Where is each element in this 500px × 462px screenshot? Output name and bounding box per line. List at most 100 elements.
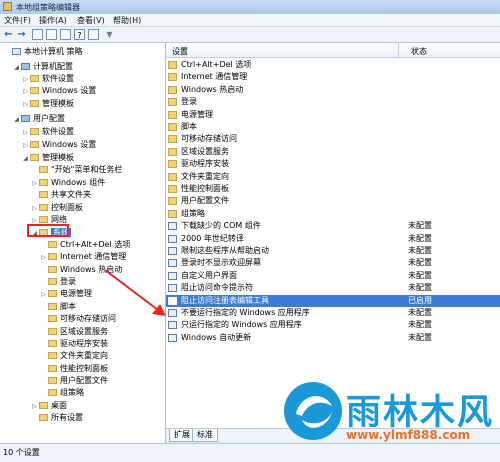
folder-row[interactable]: 文件夹重定向 [166, 171, 500, 183]
expand-toggle-icon[interactable]: ▷ [40, 289, 47, 301]
tree-item[interactable]: ▷ 电源管理 [40, 288, 92, 300]
folder-row[interactable]: Internet 通信管理 [166, 71, 500, 83]
tree-item[interactable]: 驱动程序安装 [40, 338, 108, 350]
folder-icon [39, 204, 48, 211]
folder-row[interactable]: 驱动程序安装 [166, 158, 500, 170]
tree-item[interactable]: 本地计算机 策略 [4, 46, 83, 58]
policy-setting-icon [168, 222, 177, 231]
tree-item[interactable]: 所有设置 [31, 412, 83, 424]
tree-item[interactable]: 共享文件夹 [31, 189, 91, 201]
setting-state: 未配置 [408, 270, 432, 280]
forward-arrow-icon[interactable]: → [16, 29, 27, 40]
expand-toggle-icon[interactable]: ◢ [22, 153, 29, 165]
tree-item-label: "开始"菜单和任务栏 [51, 165, 123, 174]
folder-row[interactable]: Ctrl+Alt+Del 选项 [166, 59, 500, 71]
setting-name: Internet 通信管理 [181, 72, 248, 82]
setting-row[interactable]: Windows 自动更新 未配置 [166, 332, 500, 344]
menu-action[interactable]: 操作(A) [39, 15, 67, 26]
filter-icon[interactable]: ▼ [104, 29, 115, 40]
tree-item[interactable]: 性能控制面板 [40, 363, 108, 375]
menu-view[interactable]: 查看(V) [77, 15, 105, 26]
policy-setting-icon [168, 234, 177, 243]
tree-item[interactable]: 组策略 [40, 387, 84, 399]
column-divider[interactable] [398, 43, 399, 57]
tree-item[interactable]: ▷ Windows 组件 [31, 177, 105, 189]
tree-item[interactable]: 可移动存储访问 [40, 313, 116, 325]
tree-item-label: 驱动程序安装 [60, 339, 108, 348]
tab-standard[interactable]: 标准 [192, 429, 218, 442]
folder-icon [48, 278, 57, 285]
folder-icon [39, 414, 48, 421]
expand-toggle-icon[interactable]: ▷ [22, 140, 29, 152]
folder-row[interactable]: 脚本 [166, 121, 500, 133]
menu-file[interactable]: 文件(F) [4, 15, 31, 26]
tree-item-label: 文件夹重定向 [60, 351, 108, 360]
tree-item-label: 共享文件夹 [51, 190, 91, 199]
setting-state: 未配置 [408, 221, 432, 231]
export-list-icon[interactable] [60, 29, 71, 40]
setting-row[interactable]: 登录时不显示欢迎屏幕 未配置 [166, 257, 500, 269]
folder-row[interactable]: 电源管理 [166, 109, 500, 121]
expand-toggle-icon[interactable]: ▷ [22, 99, 29, 111]
setting-row[interactable]: 只运行指定的 Windows 应用程序 未配置 [166, 319, 500, 331]
setting-row[interactable]: 2000 年世纪转译 未配置 [166, 233, 500, 245]
tree-item[interactable]: "开始"菜单和任务栏 [31, 164, 122, 176]
tree-item[interactable]: 文件夹重定向 [40, 350, 108, 362]
folder-row[interactable]: 登录 [166, 96, 500, 108]
tree-item[interactable]: ▷ 管理模板 [22, 98, 74, 110]
folder-row[interactable]: 用户配置文件 [166, 195, 500, 207]
expand-toggle-icon[interactable]: ◢ [13, 62, 20, 74]
column-state[interactable]: 状态 [411, 46, 427, 57]
setting-row[interactable]: 自定义用户界面 未配置 [166, 270, 500, 282]
folder-row[interactable]: 组策略 [166, 208, 500, 220]
tree-item[interactable]: 登录 [40, 276, 76, 288]
tree-item[interactable]: ▷ Windows 设置 [22, 85, 96, 97]
show-hide-tree-icon[interactable] [32, 29, 43, 40]
tree-item[interactable]: 区域设置服务 [40, 326, 108, 338]
folder-icon [48, 253, 57, 260]
folder-icon [30, 154, 39, 161]
policy-setting-icon [168, 284, 177, 293]
tree-item[interactable]: 用户配置文件 [40, 375, 108, 387]
tree-item[interactable]: ▷ 控制面板 [31, 202, 83, 214]
setting-row[interactable]: 阻止访问注册表编辑工具 已启用 [166, 294, 500, 307]
folder-icon [48, 340, 57, 347]
tree-item[interactable]: Windows 热启动 [40, 264, 122, 276]
tree-item-label: Windows 组件 [51, 178, 106, 187]
setting-name: 阻止访问命令提示符 [181, 283, 253, 293]
back-arrow-icon[interactable]: ← [3, 29, 14, 40]
folder-row[interactable]: 可移动存储访问 [166, 133, 500, 145]
app-icon [3, 2, 12, 11]
setting-row[interactable]: 阻止访问命令提示符 未配置 [166, 282, 500, 294]
help-icon[interactable]: ? [74, 29, 85, 40]
extended-view-icon[interactable] [88, 29, 99, 40]
folder-row[interactable]: 区域设置服务 [166, 146, 500, 158]
tree-item[interactable]: ▷ 软件设置 [22, 126, 74, 138]
tree-item[interactable]: ▷ 软件设置 [22, 73, 74, 85]
expand-toggle-icon[interactable]: ▷ [22, 86, 29, 98]
expand-toggle-icon[interactable]: ▷ [40, 252, 47, 264]
tree-item[interactable]: 脚本 [40, 301, 76, 313]
folder-row[interactable]: 性能控制面板 [166, 183, 500, 195]
menu-help[interactable]: 帮助(H) [113, 15, 141, 26]
tree-item[interactable]: ◢ 管理模板 [22, 152, 74, 164]
toolbar: ← → ? ▼ [0, 27, 500, 43]
tree-item[interactable]: ▷ 桌面 [31, 400, 67, 412]
setting-row[interactable]: 限制这些程序从帮助启动 未配置 [166, 245, 500, 257]
expand-toggle-icon[interactable]: ◢ [13, 114, 20, 126]
tree-item[interactable]: ▷ Windows 设置 [22, 139, 96, 151]
setting-row[interactable]: 下载缺少的 COM 组件 未配置 [166, 220, 500, 232]
column-setting[interactable]: 设置 [172, 46, 188, 57]
folder-icon [168, 197, 177, 206]
tree-item[interactable]: Ctrl+Alt+Del 选项 [40, 239, 130, 251]
tree-item[interactable]: ◢ 用户配置 [13, 113, 65, 125]
tree-item[interactable]: ◢ 计算机配置 [13, 61, 73, 73]
expand-toggle-icon[interactable]: ▷ [22, 127, 29, 139]
setting-name: 文件夹重定向 [181, 171, 229, 181]
folder-icon [48, 315, 57, 322]
properties-icon[interactable] [46, 29, 57, 40]
folder-row[interactable]: Windows 热启动 [166, 84, 500, 96]
tree-item[interactable]: ▷ Internet 通信管理 [40, 251, 126, 263]
setting-row[interactable]: 不要运行指定的 Windows 应用程序 未配置 [166, 307, 500, 319]
folder-icon [168, 85, 177, 94]
